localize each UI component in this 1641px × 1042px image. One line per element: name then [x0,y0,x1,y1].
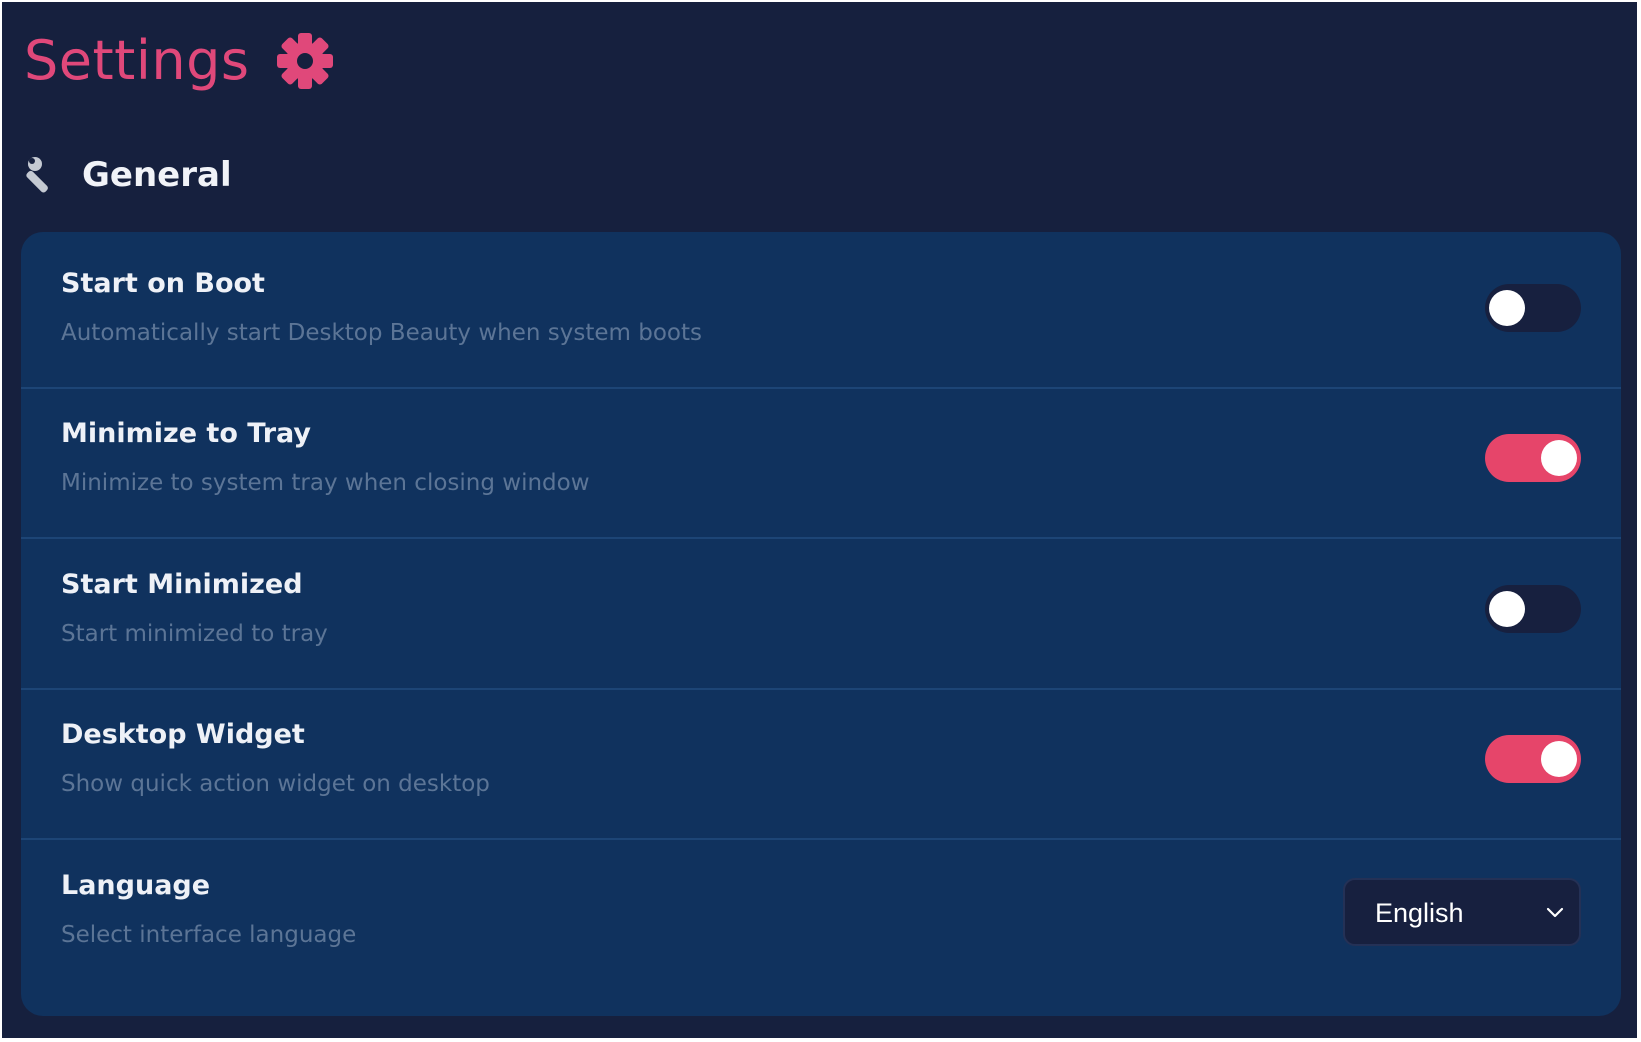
setting-row-start-on-boot: Start on Boot Automatically start Deskto… [21,232,1621,389]
page-title: Settings [24,29,250,92]
setting-row-language: Language Select interface language Engli… [21,834,1621,991]
toggle-knob [1489,591,1525,627]
setting-label: Start on Boot [61,268,265,299]
setting-label: Language [61,870,211,901]
section-header-general: General [26,150,232,200]
toggle-knob [1541,741,1577,777]
toggle-knob [1489,290,1525,326]
setting-description: Start minimized to tray [61,621,328,647]
page-header: Settings [24,26,335,96]
setting-description: Select interface language [61,922,357,948]
start-minimized-toggle[interactable] [1485,585,1581,633]
setting-row-desktop-widget: Desktop Widget Show quick action widget … [21,683,1621,840]
setting-description: Automatically start Desktop Beauty when … [61,320,702,346]
setting-row-start-minimized: Start Minimized Start minimized to tray [21,533,1621,690]
toggle-knob [1541,440,1577,476]
section-title: General [82,155,232,195]
gear-icon [275,31,335,91]
language-select[interactable]: English [1343,878,1581,946]
setting-label: Minimize to Tray [61,418,312,449]
start-on-boot-toggle[interactable] [1485,284,1581,332]
language-select-value: English [1375,898,1464,928]
settings-page: Settings General Start on Boot Automatic… [2,2,1637,1038]
setting-description: Minimize to system tray when closing win… [61,470,590,496]
desktop-widget-toggle[interactable] [1485,735,1581,783]
wrench-icon [26,155,66,195]
minimize-to-tray-toggle[interactable] [1485,434,1581,482]
setting-label: Desktop Widget [61,719,305,750]
setting-label: Start Minimized [61,569,303,600]
setting-description: Show quick action widget on desktop [61,771,490,797]
chevron-down-icon [1545,904,1565,920]
settings-card: Start on Boot Automatically start Deskto… [21,232,1621,1016]
setting-row-minimize-to-tray: Minimize to Tray Minimize to system tray… [21,382,1621,539]
